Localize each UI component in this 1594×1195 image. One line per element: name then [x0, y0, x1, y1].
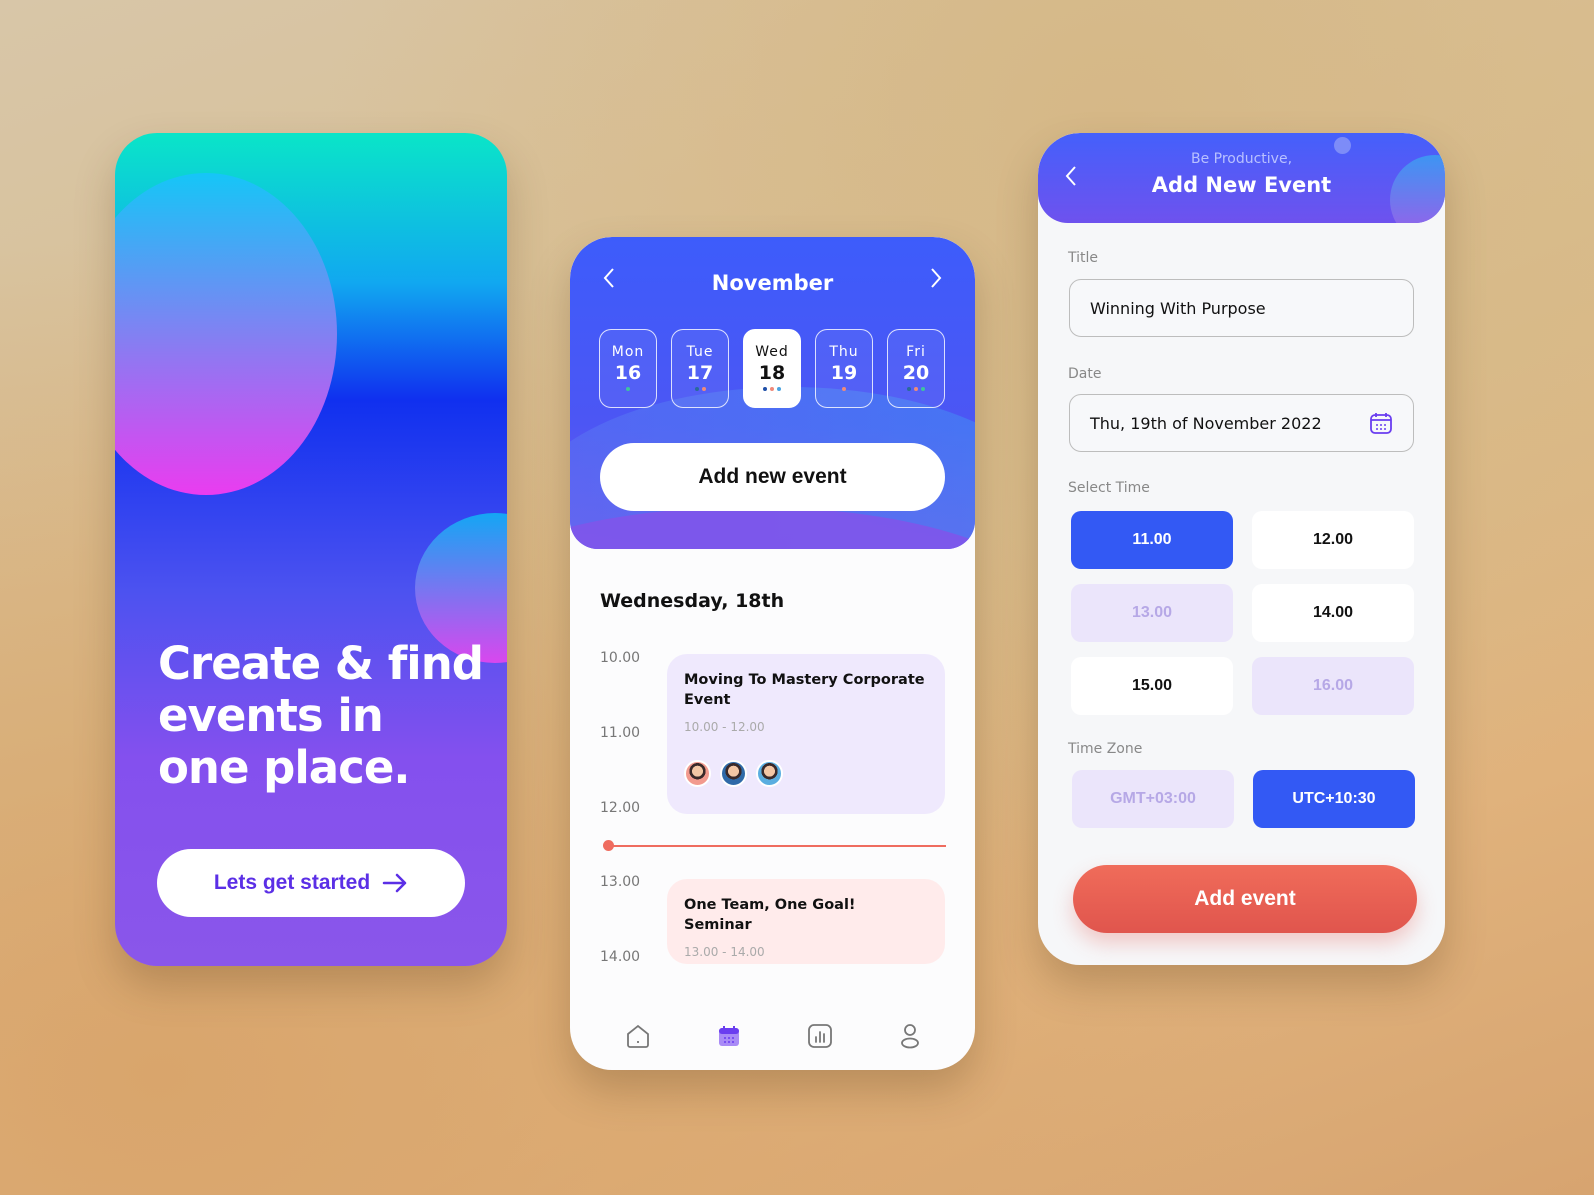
day-mon[interactable]: Mon 16 [599, 329, 657, 408]
decor-circle [115, 173, 337, 495]
attendee-avatar [684, 760, 711, 787]
arrow-right-icon [382, 873, 407, 893]
title-label: Title [1068, 250, 1099, 266]
day-number: 20 [902, 362, 930, 384]
headline: Create & find events in one place. [158, 637, 484, 794]
event-dot [626, 387, 630, 391]
calendar-icon [719, 1026, 739, 1046]
day-tue[interactable]: Tue 17 [671, 329, 729, 408]
event-dots [888, 387, 944, 391]
tab-stats[interactable] [805, 1021, 835, 1051]
day-name: Wed [755, 344, 789, 360]
event-dot [842, 387, 846, 391]
month-title: November [711, 271, 834, 295]
add-event-header: Be Productive, Add New Event [1038, 133, 1445, 223]
day-wed[interactable]: Wed 18 [743, 329, 801, 408]
timezone-option[interactable]: GMT+03:00 [1072, 770, 1234, 828]
day-name: Mon [611, 344, 645, 360]
attendee-avatar [720, 760, 747, 787]
day-number: 16 [614, 362, 642, 384]
day-name: Thu [829, 344, 859, 360]
headline-line: one place. [158, 741, 410, 794]
header-title: Add New Event [1151, 173, 1332, 197]
event-time: 13.00 - 14.00 [684, 945, 765, 959]
get-started-button[interactable]: Lets get started [157, 849, 465, 917]
event-time: 10.00 - 12.00 [684, 720, 765, 734]
day-fri[interactable]: Fri 20 [887, 329, 945, 408]
add-new-event-button[interactable]: Add new event [600, 443, 945, 511]
hour-label: 14.00 [600, 949, 641, 965]
add-event-screen: Be Productive, Add New Event Title Winni… [1038, 133, 1445, 965]
onboarding-screen: Create & find events in one place. Lets … [115, 133, 507, 966]
chevron-right-icon [931, 268, 942, 288]
event-dot [694, 387, 699, 391]
event-dot [770, 387, 774, 391]
date-value: Thu, 19th of November 2022 [1090, 413, 1322, 433]
event-dots [816, 387, 872, 391]
home-icon [627, 1024, 649, 1048]
day-thu[interactable]: Thu 19 [815, 329, 873, 408]
hour-label: 13.00 [600, 874, 641, 890]
hour-label: 12.00 [600, 800, 641, 816]
profile-icon [901, 1024, 919, 1049]
day-selector: Mon 16 Tue 17 Wed 18 Thu 19 Fri 20 [599, 329, 945, 408]
day-number: 19 [830, 362, 858, 384]
date-input[interactable]: Thu, 19th of November 2022 [1069, 394, 1414, 452]
current-time-line [604, 845, 946, 847]
add-event-button[interactable]: Add event [1073, 865, 1417, 933]
calendar-header: November Mon 16 Tue 17 Wed 18 Thu 19 Fri 20 Add n… [570, 237, 975, 549]
title-input[interactable]: Winning With Purpose [1069, 279, 1414, 337]
event-dot [907, 387, 911, 391]
attendee-avatar [756, 760, 783, 787]
title-value: Winning With Purpose [1090, 298, 1266, 318]
attendees [684, 760, 928, 791]
timezone-label: Time Zone [1068, 741, 1143, 757]
event-dot [914, 387, 918, 391]
calendar-icon[interactable] [1369, 411, 1393, 435]
time-slot[interactable]: 15.00 [1071, 657, 1233, 715]
get-started-label: Lets get started [213, 871, 371, 894]
time-slot[interactable]: 16.00 [1252, 657, 1414, 715]
day-name: Fri [906, 344, 926, 360]
timezone-option[interactable]: UTC+10:30 [1253, 770, 1415, 828]
tab-profile[interactable] [895, 1021, 925, 1051]
event-dot [701, 387, 706, 391]
event-title: One Team, One Goal! Seminar [684, 897, 856, 933]
hour-label: 10.00 [600, 650, 641, 666]
stats-icon [808, 1024, 832, 1048]
event-card[interactable]: Moving To Mastery Corporate Event 10.00 … [667, 654, 945, 814]
time-slot[interactable]: 11.00 [1071, 511, 1233, 569]
event-dots [600, 387, 656, 391]
tab-calendar[interactable] [714, 1021, 744, 1051]
event-dots [672, 387, 728, 391]
next-month-button[interactable] [929, 267, 943, 296]
headline-line: Create & find [158, 637, 484, 690]
calendar-screen: November Mon 16 Tue 17 Wed 18 Thu 19 Fri 20 Add n… [570, 237, 975, 1070]
header-subtitle: Be Productive, [1190, 151, 1293, 167]
day-title: Wednesday, 18th [600, 590, 785, 612]
day-number: 18 [758, 362, 786, 384]
event-dot [777, 387, 781, 391]
time-slot[interactable]: 13.00 [1071, 584, 1233, 642]
date-label: Date [1068, 366, 1102, 382]
event-dot [763, 387, 767, 391]
hour-label: 11.00 [600, 725, 641, 741]
time-label: Select Time [1068, 480, 1150, 496]
headline-line: events in [158, 689, 384, 742]
event-card[interactable]: One Team, One Goal! Seminar 13.00 - 14.0… [667, 879, 945, 964]
time-slot[interactable]: 12.00 [1252, 511, 1414, 569]
event-dot [921, 387, 925, 391]
event-title: Moving To Mastery Corporate Event [684, 672, 925, 708]
day-number: 17 [686, 362, 714, 384]
tab-home[interactable] [623, 1021, 653, 1051]
event-dots [744, 387, 800, 391]
day-name: Tue [686, 344, 714, 360]
time-slot[interactable]: 14.00 [1252, 584, 1414, 642]
